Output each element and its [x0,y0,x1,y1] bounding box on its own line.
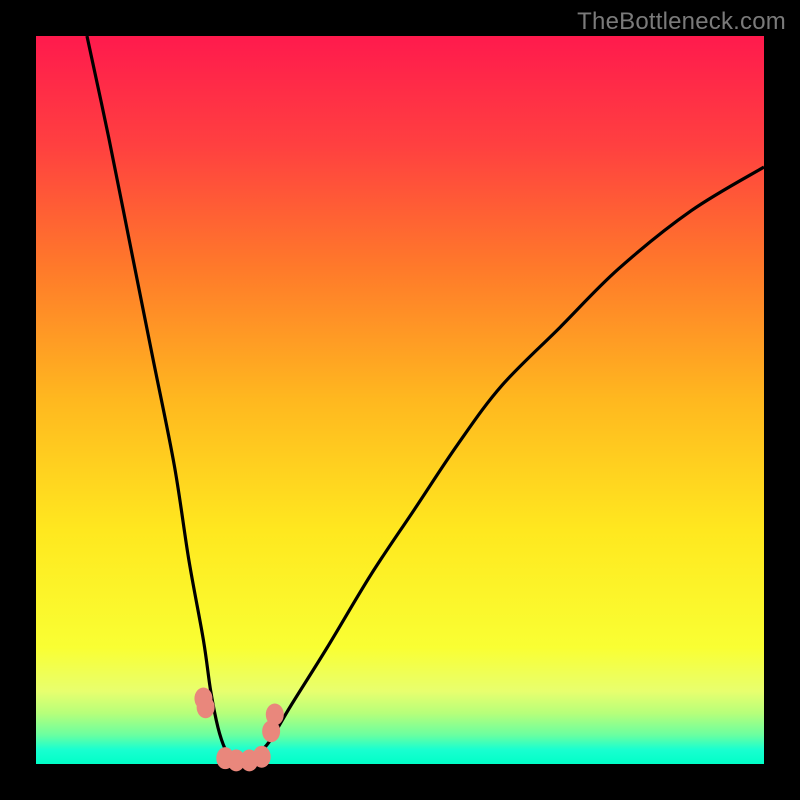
marker-f [253,746,271,768]
marker-layer [194,687,283,771]
curve-layer [36,36,764,764]
chart-frame: TheBottleneck.com [0,0,800,800]
watermark-text: TheBottleneck.com [577,8,786,36]
bottleneck-curve [87,36,764,765]
plot-area [36,36,764,764]
marker-h [266,703,284,725]
marker-b [197,696,215,718]
